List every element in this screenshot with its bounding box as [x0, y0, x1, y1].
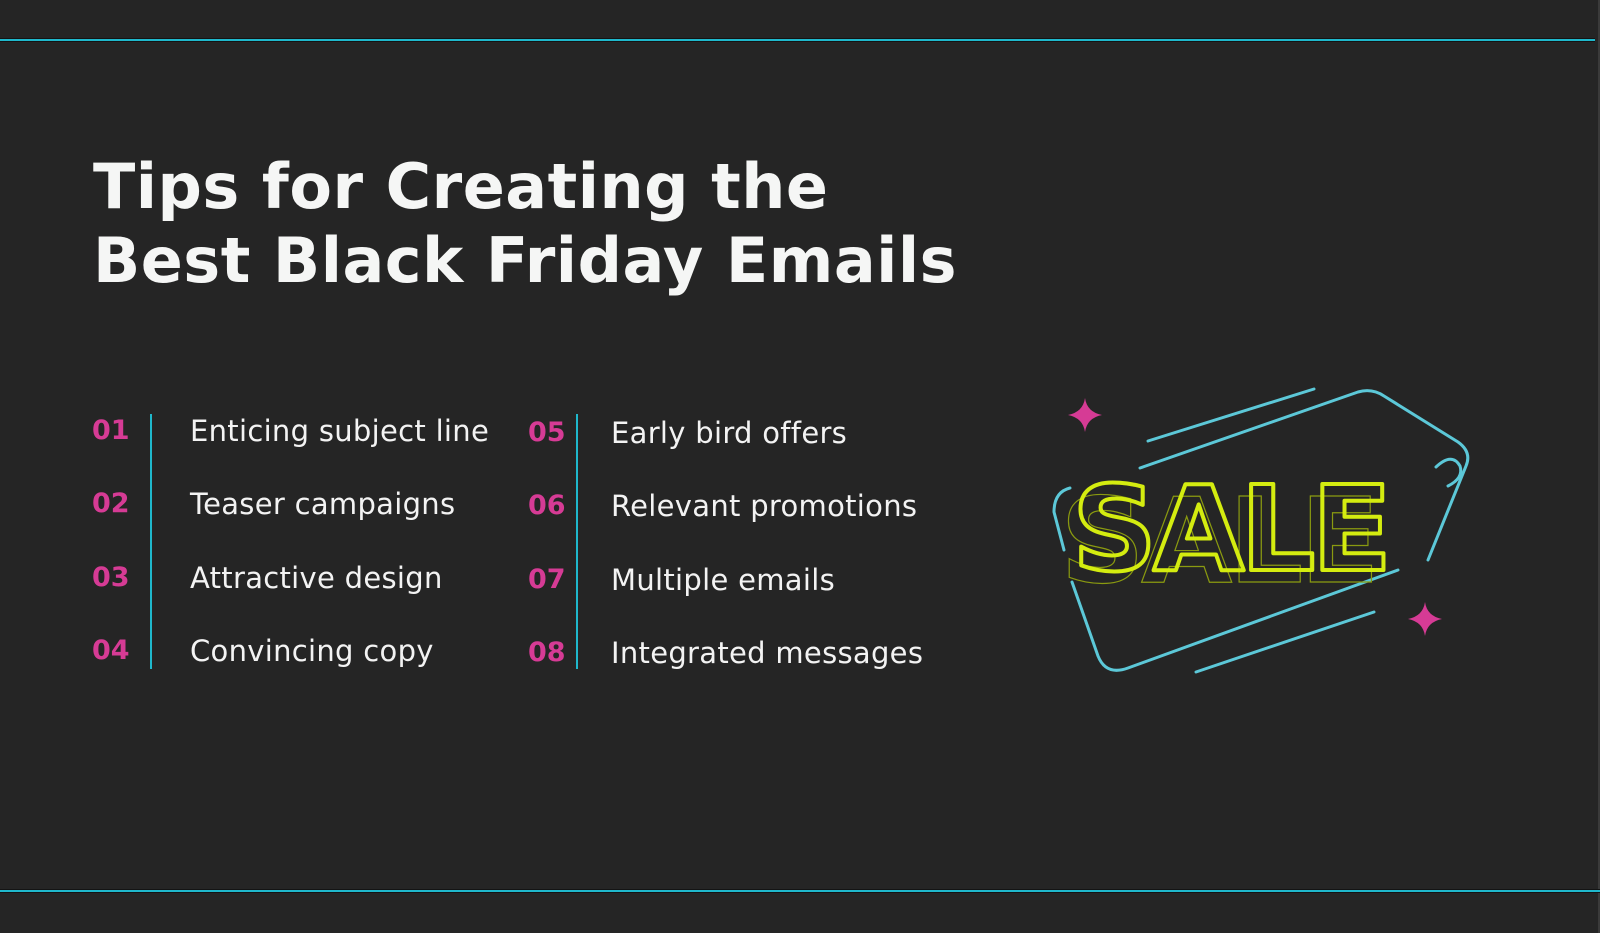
top-divider-line: [0, 39, 1595, 41]
tag-accent-line-bottom: [1194, 610, 1376, 674]
tip-number: 02: [92, 488, 130, 519]
tip-number: 03: [92, 562, 130, 593]
title-line-2: Best Black Friday Emails: [93, 224, 958, 297]
tip-label: Relevant promotions: [611, 489, 918, 523]
page-title: Tips for Creating the Best Black Friday …: [93, 150, 957, 298]
tip-label: Integrated messages: [611, 636, 924, 670]
tip-label: Teaser campaigns: [190, 487, 456, 521]
sparkle-icon: [1408, 602, 1442, 636]
column-divider-left: [150, 414, 152, 669]
tip-label: Early bird offers: [611, 416, 848, 450]
tip-number: 05: [528, 417, 566, 448]
tip-number: 07: [528, 564, 566, 595]
tip-number: 06: [528, 490, 566, 521]
title-line-1: Tips for Creating the: [93, 150, 829, 223]
tag-hole: [1434, 457, 1463, 488]
column-divider-right: [576, 414, 578, 669]
tip-number: 08: [528, 637, 566, 668]
tip-label: Attractive design: [190, 561, 443, 595]
bottom-divider-line: [0, 890, 1600, 892]
sale-tag-icon: SALE SALE: [1052, 387, 1470, 674]
sale-text: SALE: [1072, 460, 1388, 598]
tip-number: 04: [92, 635, 130, 666]
tip-number: 01: [92, 415, 130, 446]
tip-label: Enticing subject line: [190, 414, 490, 448]
sparkle-icon: [1068, 398, 1102, 432]
tip-label: Convincing copy: [190, 634, 434, 668]
tip-label: Multiple emails: [611, 563, 835, 597]
